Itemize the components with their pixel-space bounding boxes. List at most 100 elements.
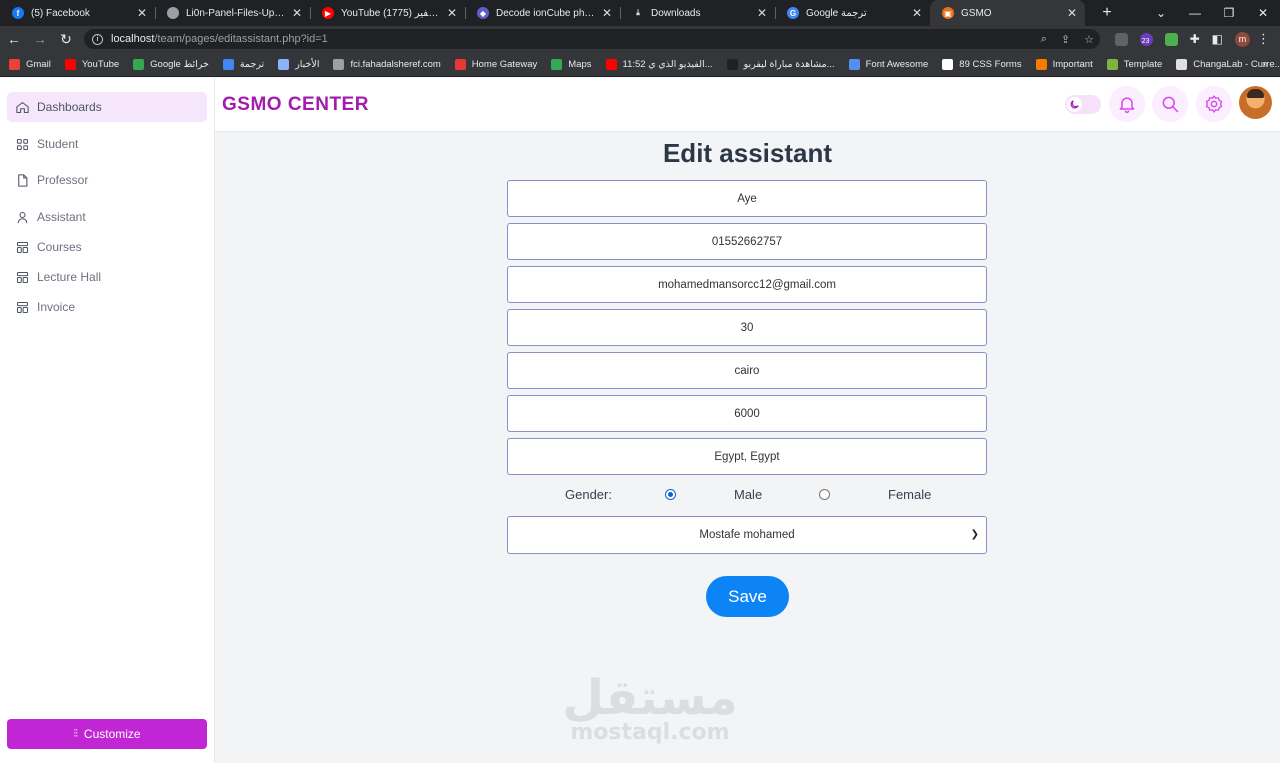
tab-title: Decode ionCube php | De — [496, 7, 596, 19]
gender-male-label: Male — [734, 487, 763, 502]
watermark-arabic: مستقل — [562, 670, 738, 726]
bookmark-label: Home Gateway — [471, 58, 538, 70]
sidebar-item-lecture-hall[interactable]: Lecture Hall — [7, 262, 207, 292]
browser-tab[interactable]: ▶ YouTube (1775) فك تشفير ✕ — [310, 0, 465, 26]
sidebar-item-assistant[interactable]: Assistant — [7, 202, 207, 232]
restore-icon[interactable]: ❐ — [1212, 6, 1246, 20]
dark-mode-toggle[interactable] — [1065, 95, 1101, 114]
user-icon — [17, 211, 28, 223]
gender-male-radio[interactable] — [665, 489, 676, 500]
bookmark-label: مشاهدة مباراة ليفربو... — [743, 58, 835, 70]
save-button[interactable]: Save — [706, 576, 789, 617]
notifications-button[interactable] — [1109, 86, 1145, 122]
forward-icon[interactable]: → — [28, 31, 52, 47]
browser-tab[interactable]: G Google ترجمة ✕ — [775, 0, 930, 26]
sidebar-item-professor[interactable]: Professor — [7, 165, 207, 195]
bookmark-item[interactable]: Google خرائط — [133, 58, 209, 70]
customize-button[interactable]: ⫶⫶ Customize — [7, 719, 207, 749]
tab-close-icon[interactable]: ✕ — [757, 6, 767, 20]
bookmark-item[interactable]: 89 CSS Forms — [942, 58, 1022, 70]
browser-tab[interactable]: ⤓ Downloads ✕ — [620, 0, 775, 26]
tab-search-icon[interactable]: ⌄ — [1144, 6, 1178, 20]
bookmark-item[interactable]: YouTube — [64, 58, 119, 70]
user-avatar[interactable] — [1239, 86, 1272, 119]
browser-tab[interactable]: f (5) Facebook ✕ — [0, 0, 155, 26]
settings-button[interactable] — [1196, 86, 1232, 122]
page-title: Edit assistant — [662, 138, 833, 168]
bookmark-item[interactable]: ترجمة — [222, 58, 264, 70]
close-window-icon[interactable]: ✕ — [1246, 6, 1280, 20]
reload-icon[interactable]: ↻ — [54, 31, 78, 48]
extension-icon[interactable] — [1164, 32, 1178, 46]
extension-badge-icon[interactable]: 23 — [1139, 32, 1153, 46]
bookmark-list: Gmail YouTube Google خرائط ترجمة الأخبار fci.… — [9, 58, 1280, 70]
bookmark-item[interactable]: الأخبار — [278, 58, 319, 70]
share-icon[interactable]: ⇪ — [1061, 33, 1070, 46]
bookmark-item[interactable]: Font Awesome — [848, 58, 928, 70]
menu-kebab-icon[interactable]: ⋮ — [1257, 26, 1270, 52]
salary-field[interactable] — [507, 395, 987, 432]
bookmark-item[interactable]: Template — [1106, 58, 1162, 70]
address-bar[interactable]: i localhost/team/pages/editassistant.php… — [84, 29, 1100, 49]
bookmark-favicon-icon — [1106, 58, 1118, 70]
watermark-latin: mostaql.com — [570, 720, 730, 745]
gear-icon — [1205, 95, 1223, 113]
bookmark-item[interactable]: 11:52 الفيديو الذي ي... — [605, 58, 713, 70]
city-field[interactable] — [507, 352, 987, 389]
side-panel-icon[interactable]: ◧ — [1212, 32, 1223, 46]
extension-icon[interactable] — [1114, 32, 1128, 46]
new-tab-button[interactable]: + — [1097, 4, 1117, 22]
tab-close-icon[interactable]: ✕ — [602, 6, 612, 20]
tab-close-icon[interactable]: ✕ — [1067, 6, 1077, 20]
bookmark-item[interactable]: Maps — [551, 58, 592, 70]
file-icon — [18, 173, 28, 187]
bookmark-label: Gmail — [26, 58, 51, 70]
sidebar-item-courses[interactable]: Courses — [7, 232, 207, 262]
professor-select-value: Mostafe mohamed — [699, 529, 795, 541]
professor-select[interactable]: Mostafe mohamed ❯ — [507, 516, 987, 554]
profile-avatar[interactable]: m — [1235, 31, 1250, 47]
bookmark-favicon-icon — [1035, 58, 1047, 70]
search-button[interactable] — [1152, 86, 1188, 122]
bookmark-item[interactable]: fci.fahadalsheref.com — [333, 58, 441, 70]
back-icon[interactable]: ← — [2, 31, 26, 47]
bookmark-label: Google خرائط — [150, 58, 209, 70]
chevron-down-icon: ❯ — [970, 529, 979, 540]
bookmark-favicon-icon — [726, 58, 738, 70]
zoom-icon[interactable]: ⌕ — [1041, 33, 1047, 46]
puzzle-icon[interactable]: ✚ — [1190, 32, 1200, 46]
bookmark-label: Maps — [568, 58, 592, 70]
tab-close-icon[interactable]: ✕ — [292, 6, 302, 20]
age-field[interactable] — [507, 309, 987, 346]
sidebar-item-label: Invoice — [37, 300, 76, 314]
diamond-icon: ◆ — [477, 7, 489, 19]
tab-close-icon[interactable]: ✕ — [447, 6, 457, 20]
bookmark-item[interactable]: مشاهدة مباراة ليفربو... — [726, 58, 835, 70]
bell-icon — [1119, 97, 1135, 114]
gender-female-radio[interactable] — [819, 489, 830, 500]
browser-tab[interactable]: ▣ GSMO ✕ — [930, 0, 1085, 26]
browser-tab[interactable]: ◆ Decode ionCube php | De ✕ — [465, 0, 620, 26]
address-field[interactable] — [507, 438, 987, 475]
minimize-icon[interactable]: — — [1178, 6, 1212, 20]
tab-close-icon[interactable]: ✕ — [912, 6, 922, 20]
sidebar-item-dashboards[interactable]: Dashboards — [7, 92, 207, 122]
phone-field[interactable] — [507, 223, 987, 260]
bookmarks-more-icon[interactable]: » — [1262, 59, 1268, 70]
sidebar-item-student[interactable]: Student — [7, 129, 207, 159]
bookmark-star-icon[interactable]: ☆ — [1084, 33, 1094, 46]
sidebar-item-invoice[interactable]: Invoice — [7, 292, 207, 322]
site-info-icon[interactable]: i — [92, 33, 103, 45]
sidebar-item-label: Lecture Hall — [37, 270, 102, 284]
browser-tab[interactable]: Li0n-Panel-Files-Update-v ✕ — [155, 0, 310, 26]
bookmark-item[interactable]: Gmail — [9, 58, 51, 70]
name-field[interactable] — [507, 180, 987, 217]
bookmark-item[interactable]: Important — [1035, 58, 1093, 70]
watermark-logo: مستقل mostaql.com — [560, 672, 740, 745]
bookmark-item[interactable]: Home Gateway — [454, 58, 538, 70]
email-field[interactable] — [507, 266, 987, 303]
customize-label: Customize — [83, 727, 141, 741]
sidebar-item-label: Assistant — [37, 210, 86, 224]
tab-close-icon[interactable]: ✕ — [137, 6, 147, 20]
grid-icon — [16, 138, 29, 150]
